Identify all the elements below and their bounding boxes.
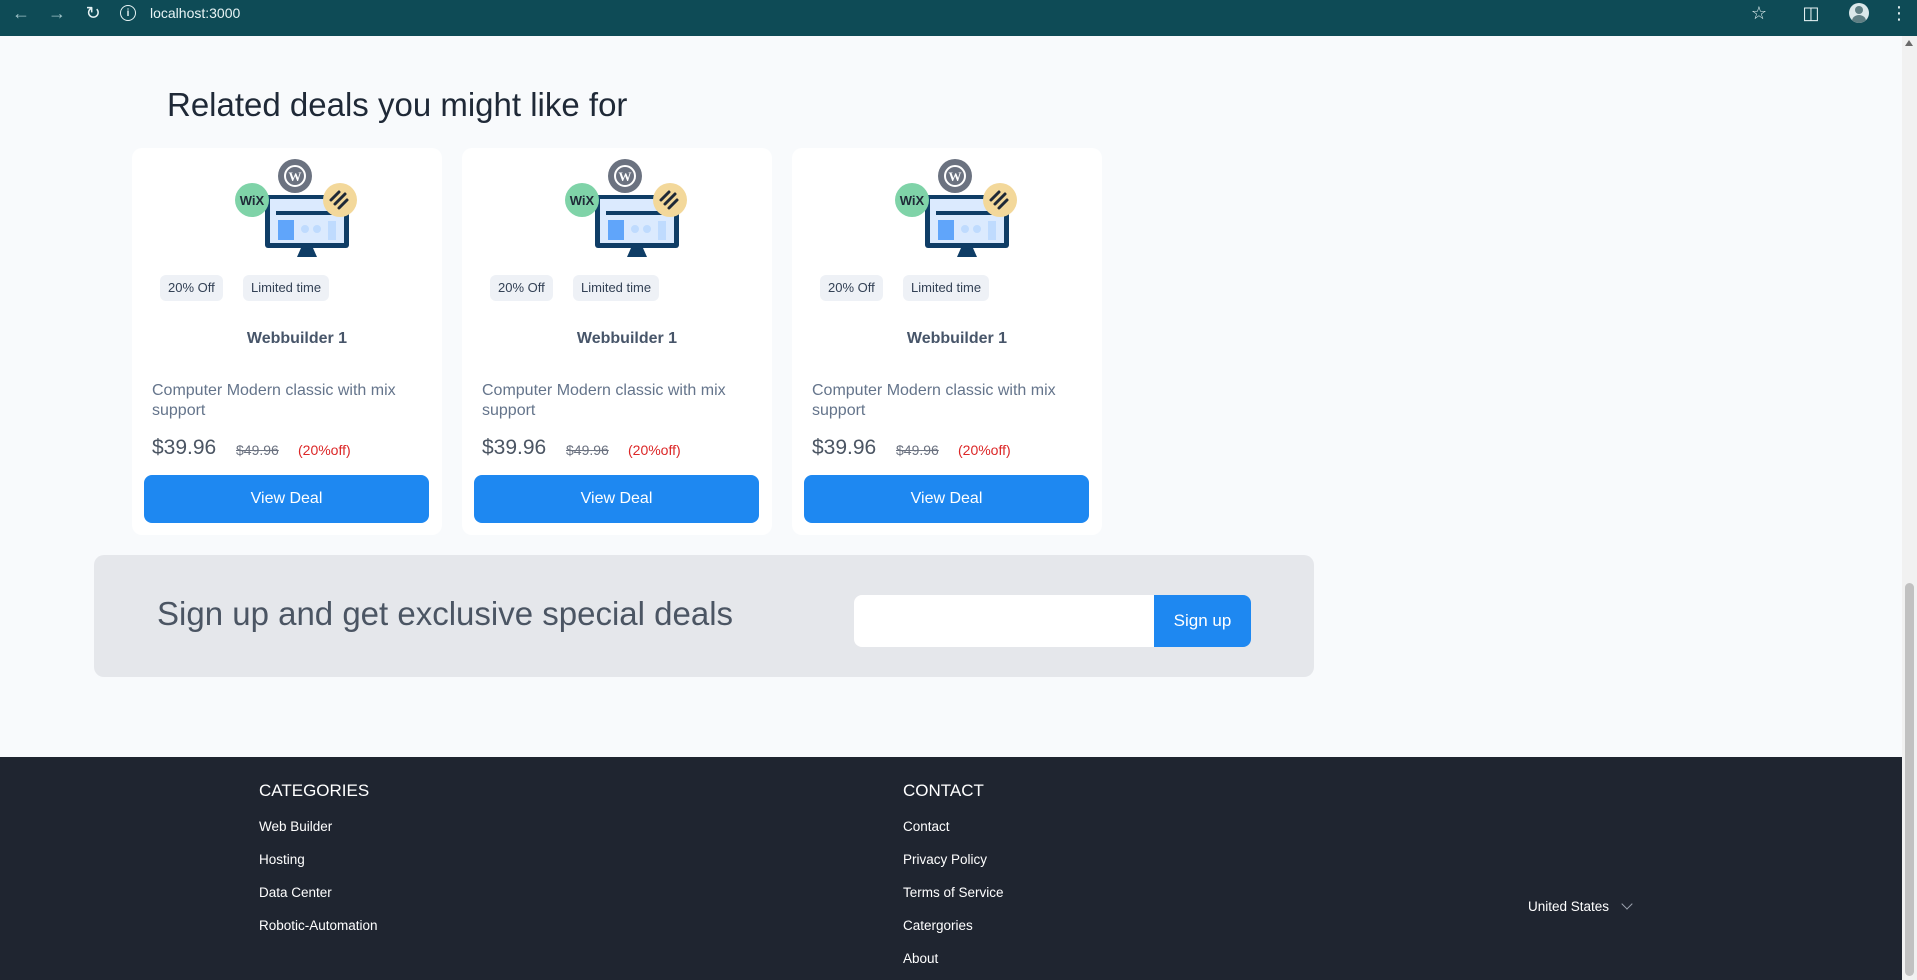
related-deals-title: Related deals you might like for [167,86,628,123]
footer-contact-list: Contact Privacy Policy Terms of Service … [903,819,1004,980]
back-icon[interactable]: ← [3,0,39,31]
svg-text:WiX: WiX [900,193,925,208]
deal-discount: (20%off) [628,442,681,458]
site-info-icon[interactable]: i [120,5,136,21]
deal-title: Webbuilder 1 [906,330,1008,347]
footer-categories-list: Web Builder Hosting Data Center Robotic-… [259,819,378,951]
browser-toolbar: ← → ↻ i localhost:3000 ☆ ◫ ⋮ [0,0,1917,36]
email-field[interactable] [854,595,1154,647]
deal-description: Computer Modern classic with mix support [482,382,726,419]
footer-link-privacy-policy[interactable]: Privacy Policy [903,852,1004,885]
view-deal-button[interactable]: View Deal [804,475,1089,523]
limited-time-tag: Limited time [573,275,660,301]
page-scrollbar[interactable] [1902,36,1917,980]
deal-description: Computer Modern classic with mix support [812,382,1056,419]
footer-contact-heading: CONTACT [903,781,984,800]
footer-categories-heading: CATEGORIES [259,781,370,800]
address-bar[interactable]: i localhost:3000 [120,0,240,26]
scroll-up-icon[interactable] [1905,40,1913,46]
deal-old-price: $49.96 [236,442,279,458]
bookmark-star-icon[interactable]: ☆ [1733,0,1785,26]
webbuilder-illustration-icon: WiX W [565,159,687,257]
signup-button[interactable]: Sign up [1154,595,1251,647]
scrollbar-thumb[interactable] [1905,583,1914,976]
footer-link-data-center[interactable]: Data Center [259,885,378,918]
url-text: localhost:3000 [150,5,241,21]
reload-icon[interactable]: ↻ [75,0,111,31]
country-selector[interactable]: United States [1528,898,1633,914]
deal-card: WiX W 20% Off Limited time Webbuilder 1 … [462,148,772,535]
deal-old-price: $49.96 [896,442,939,458]
deal-card: WiX W 20% Off Limited time Webbuilder 1 … [792,148,1102,535]
newsletter-signup: Sign up and get exclusive special deals … [94,555,1314,677]
country-label: United States [1528,899,1610,914]
footer-link-catergories[interactable]: Catergories [903,918,1004,951]
webbuilder-illustration-icon: WiX W [235,159,357,257]
svg-text:WiX: WiX [240,193,265,208]
discount-tag: 20% Off [820,275,883,301]
limited-time-tag: Limited time [903,275,990,301]
signup-title: Sign up and get exclusive special deals [157,595,734,632]
chevron-down-icon [1621,898,1633,910]
deal-card: WiX W 20% Off Limited time Webbuilder 1 … [132,148,442,535]
deal-discount: (20%off) [958,442,1011,458]
footer-link-terms-of-service[interactable]: Terms of Service [903,885,1004,918]
limited-time-tag: Limited time [243,275,330,301]
forward-icon[interactable]: → [39,0,75,31]
avatar [1849,3,1869,23]
footer-link-web-builder[interactable]: Web Builder [259,819,378,852]
footer-link-robotic-automation[interactable]: Robotic-Automation [259,918,378,951]
footer-link-contact[interactable]: Contact [903,819,1004,852]
view-deal-button[interactable]: View Deal [144,475,429,523]
deal-title: Webbuilder 1 [576,330,678,347]
footer-link-hosting[interactable]: Hosting [259,852,378,885]
svg-text:W: W [619,169,632,184]
deal-discount: (20%off) [298,442,351,458]
svg-text:WiX: WiX [570,193,595,208]
site-footer: CATEGORIES Web Builder Hosting Data Cent… [0,757,1902,980]
menu-kebab-icon[interactable]: ⋮ [1881,0,1917,26]
extensions-icon[interactable]: ◫ [1785,0,1837,26]
view-deal-button[interactable]: View Deal [474,475,759,523]
deal-old-price: $49.96 [566,442,609,458]
svg-text:W: W [289,169,302,184]
deal-price: $39.96 [812,436,877,459]
webbuilder-illustration-icon: WiX W [895,159,1017,257]
discount-tag: 20% Off [490,275,553,301]
deal-price: $39.96 [152,436,217,459]
svg-text:W: W [949,169,962,184]
profile-button[interactable] [1837,0,1881,26]
footer-link-about[interactable]: About [903,951,1004,980]
deal-description: Computer Modern classic with mix support [152,382,396,419]
deal-title: Webbuilder 1 [246,330,348,347]
discount-tag: 20% Off [160,275,223,301]
deal-price: $39.96 [482,436,547,459]
